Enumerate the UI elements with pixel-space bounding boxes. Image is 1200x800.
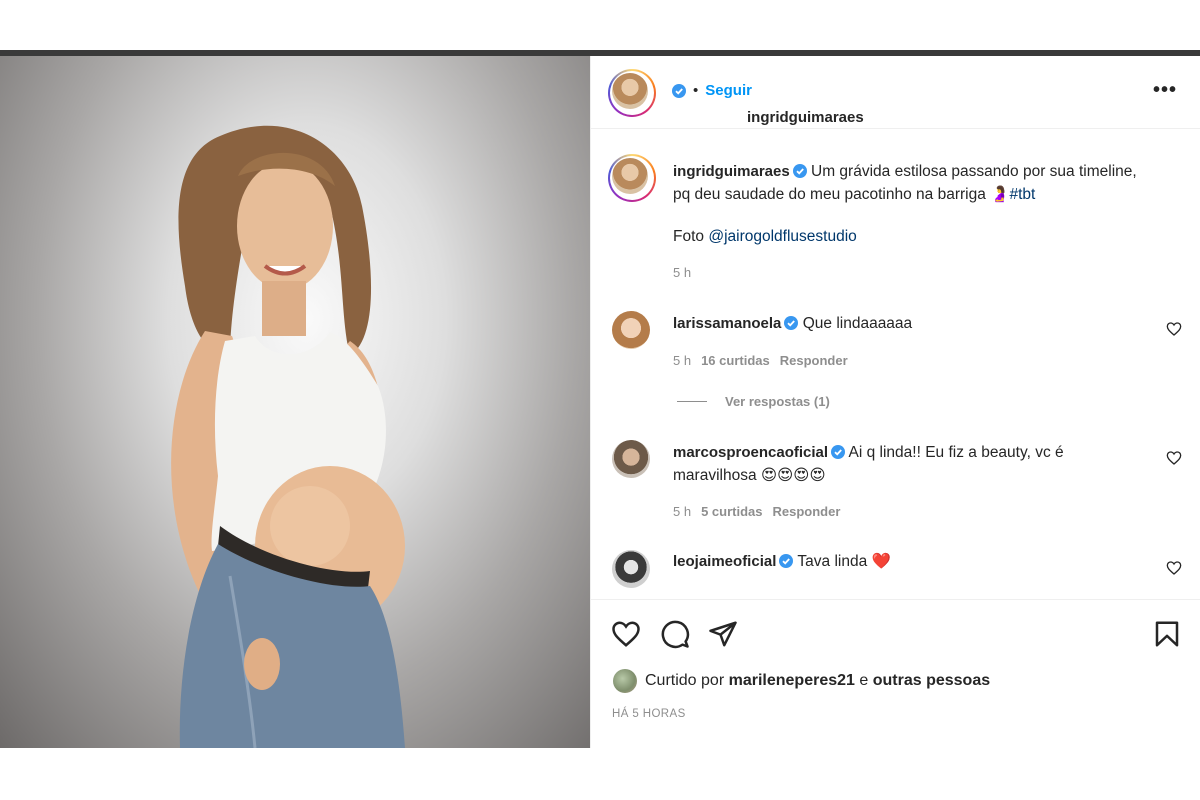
photo-credit-line: Foto @jairogoldflusestudio: [673, 225, 857, 248]
comment-body: Que lindaaaaaa: [802, 315, 913, 332]
comment-text: leojaimeoficial Tava linda ❤️: [673, 550, 891, 573]
comment-username[interactable]: leojaimeoficial: [673, 553, 776, 570]
caption-text: ingridguimaraes Um grávida estilosa pass…: [673, 160, 1137, 206]
likes-summary: Curtido por marileneperes21 e outras pes…: [613, 669, 990, 693]
comment-time: 5 h: [673, 504, 692, 519]
verified-badge-icon: [831, 445, 846, 459]
separator-dot: •: [693, 82, 699, 99]
reply-button[interactable]: Responder: [780, 353, 848, 368]
comment-username[interactable]: marcosproencaoficial: [673, 444, 828, 461]
liker-avatar[interactable]: [613, 669, 637, 693]
comment-like-count[interactable]: 16 curtidas: [701, 353, 770, 368]
view-replies-label: Ver respostas (1): [725, 394, 830, 409]
verified-badge-icon: [792, 164, 807, 178]
view-replies-button[interactable]: Ver respostas (1): [677, 394, 830, 409]
caption-author-username[interactable]: ingridguimaraes: [673, 163, 790, 180]
comment-like-heart-icon[interactable]: [1166, 560, 1182, 576]
author-username[interactable]: ingridguimaraes: [747, 109, 864, 126]
comment-meta: 5 h 16 curtidas Responder: [673, 353, 848, 368]
comment-username[interactable]: larissamanoela: [673, 315, 781, 332]
comment-body-line2: maravilhosa 😍😍😍😍: [673, 467, 826, 484]
commenter-avatar[interactable]: [612, 440, 650, 478]
likes-connector: e: [859, 672, 869, 689]
comment-like-heart-icon[interactable]: [1166, 450, 1182, 466]
caption-emoji: 🤰: [990, 186, 1010, 203]
share-icon[interactable]: [708, 619, 738, 649]
post-timestamp[interactable]: HÁ 5 HORAS: [612, 708, 686, 720]
comment-time: 5 h: [673, 353, 692, 368]
post-actions: Curtido por marileneperes21 e outras pes…: [591, 599, 1200, 749]
photo-illustration: [171, 125, 405, 748]
verified-badge-icon: [672, 83, 686, 98]
comment-like-heart-icon[interactable]: [1166, 321, 1182, 337]
comment-body-line1: Ai q linda!! Eu fiz a beauty, vc é: [848, 444, 1064, 461]
post-header: ingridguimaraes • Seguir •••: [591, 56, 1200, 129]
comment-icon[interactable]: [660, 619, 690, 649]
caption-author-avatar[interactable]: [608, 154, 656, 202]
more-options-icon[interactable]: •••: [1153, 79, 1177, 102]
hashtag-link[interactable]: #tbt: [1009, 186, 1035, 203]
instagram-post-modal: ingridguimaraes • Seguir ••• ingridguima…: [0, 0, 1200, 800]
photo-credit-link[interactable]: @jairogoldflusestudio: [708, 228, 856, 245]
author-avatar[interactable]: [608, 69, 656, 117]
heart-icon[interactable]: [611, 619, 641, 649]
verified-badge-icon: [784, 316, 799, 330]
follow-button[interactable]: Seguir: [705, 82, 752, 99]
caption-line1: Um grávida estilosa passando por sua tim…: [811, 163, 1137, 180]
post-side-panel: ingridguimaraes • Seguir ••• ingridguima…: [590, 56, 1200, 748]
reply-button[interactable]: Responder: [773, 504, 841, 519]
comment-body: Tava linda ❤️: [797, 553, 891, 570]
comment-text: larissamanoela Que lindaaaaaa: [673, 312, 912, 335]
liker-username[interactable]: marileneperes21: [729, 672, 855, 690]
caption-line2: pq deu saudade do meu pacotinho na barri…: [673, 186, 986, 203]
commenter-avatar[interactable]: [612, 311, 650, 349]
caption-time: 5 h: [673, 265, 692, 280]
comment-meta: 5 h 5 curtidas Responder: [673, 504, 840, 519]
commenter-avatar[interactable]: [612, 550, 650, 588]
bookmark-icon[interactable]: [1152, 619, 1182, 649]
verified-badge-icon: [779, 554, 794, 568]
other-likers-link[interactable]: outras pessoas: [873, 672, 990, 690]
likes-prefix: Curtido por: [645, 672, 725, 689]
comment-text: marcosproencaoficial Ai q linda!! Eu fiz…: [673, 441, 1064, 487]
replies-divider-line: [677, 401, 707, 402]
post-photo[interactable]: [0, 56, 590, 748]
header-line: ingridguimaraes • Seguir: [669, 82, 864, 126]
photo-credit-prefix: Foto: [673, 228, 705, 245]
comment-like-count[interactable]: 5 curtidas: [701, 504, 762, 519]
